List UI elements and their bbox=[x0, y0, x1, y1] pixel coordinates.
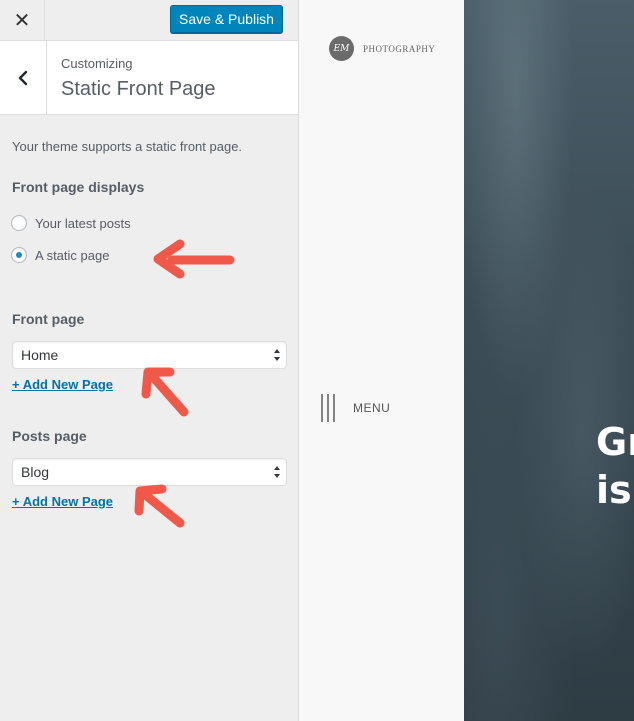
select-value: Home bbox=[21, 347, 59, 363]
hero-heading-line: is bbox=[596, 468, 632, 512]
select-arrows-icon bbox=[274, 349, 280, 361]
select-arrows-icon bbox=[274, 466, 280, 478]
close-icon: ✕ bbox=[13, 9, 31, 32]
front-page-add-new-link[interactable]: + Add New Page bbox=[12, 377, 113, 392]
posts-page-add-new-link[interactable]: + Add New Page bbox=[12, 494, 113, 509]
close-customizer-button[interactable]: ✕ bbox=[0, 0, 45, 40]
customizer-header: ✕ Save & Publish bbox=[0, 0, 298, 41]
menu-bars-icon[interactable] bbox=[320, 394, 336, 422]
annotation-arrow-icon bbox=[153, 239, 235, 279]
site-logo[interactable]: EM bbox=[329, 36, 354, 61]
back-button[interactable] bbox=[0, 41, 47, 114]
section-header: Customizing Static Front Page bbox=[0, 41, 298, 115]
annotation-arrow-icon bbox=[134, 484, 185, 528]
radio-button-checked[interactable] bbox=[11, 247, 27, 263]
breadcrumb: Customizing bbox=[61, 56, 133, 71]
site-sidebar: EM PHOTOGRAPHY MENU bbox=[299, 0, 464, 721]
section-description: Your theme supports a static front page. bbox=[12, 139, 243, 154]
radio-latest-posts[interactable]: Your latest posts bbox=[11, 215, 131, 231]
site-logo-text[interactable]: PHOTOGRAPHY bbox=[363, 44, 435, 54]
hero-heading: Gr is bbox=[596, 418, 634, 514]
radio-label: A static page bbox=[35, 247, 110, 263]
front-page-title: Front page bbox=[12, 311, 85, 327]
radio-static-page[interactable]: A static page bbox=[11, 247, 109, 263]
site-preview: EM PHOTOGRAPHY MENU Gr is bbox=[299, 0, 634, 721]
front-page-displays-title: Front page displays bbox=[12, 179, 145, 195]
radio-button[interactable] bbox=[11, 215, 27, 231]
radio-label: Your latest posts bbox=[35, 215, 131, 231]
save-publish-button[interactable]: Save & Publish bbox=[170, 5, 283, 33]
hero-image: Gr is bbox=[464, 0, 634, 721]
customizer-sidebar: ✕ Save & Publish Customizing Static Fron… bbox=[0, 0, 299, 721]
select-value: Blog bbox=[21, 464, 50, 480]
annotation-arrow-icon bbox=[141, 367, 189, 417]
chevron-left-icon bbox=[18, 70, 28, 85]
posts-page-title: Posts page bbox=[12, 428, 87, 444]
menu-label[interactable]: MENU bbox=[353, 401, 390, 415]
hero-heading-line: Gr bbox=[596, 420, 634, 464]
section-title: Static Front Page bbox=[61, 78, 216, 100]
